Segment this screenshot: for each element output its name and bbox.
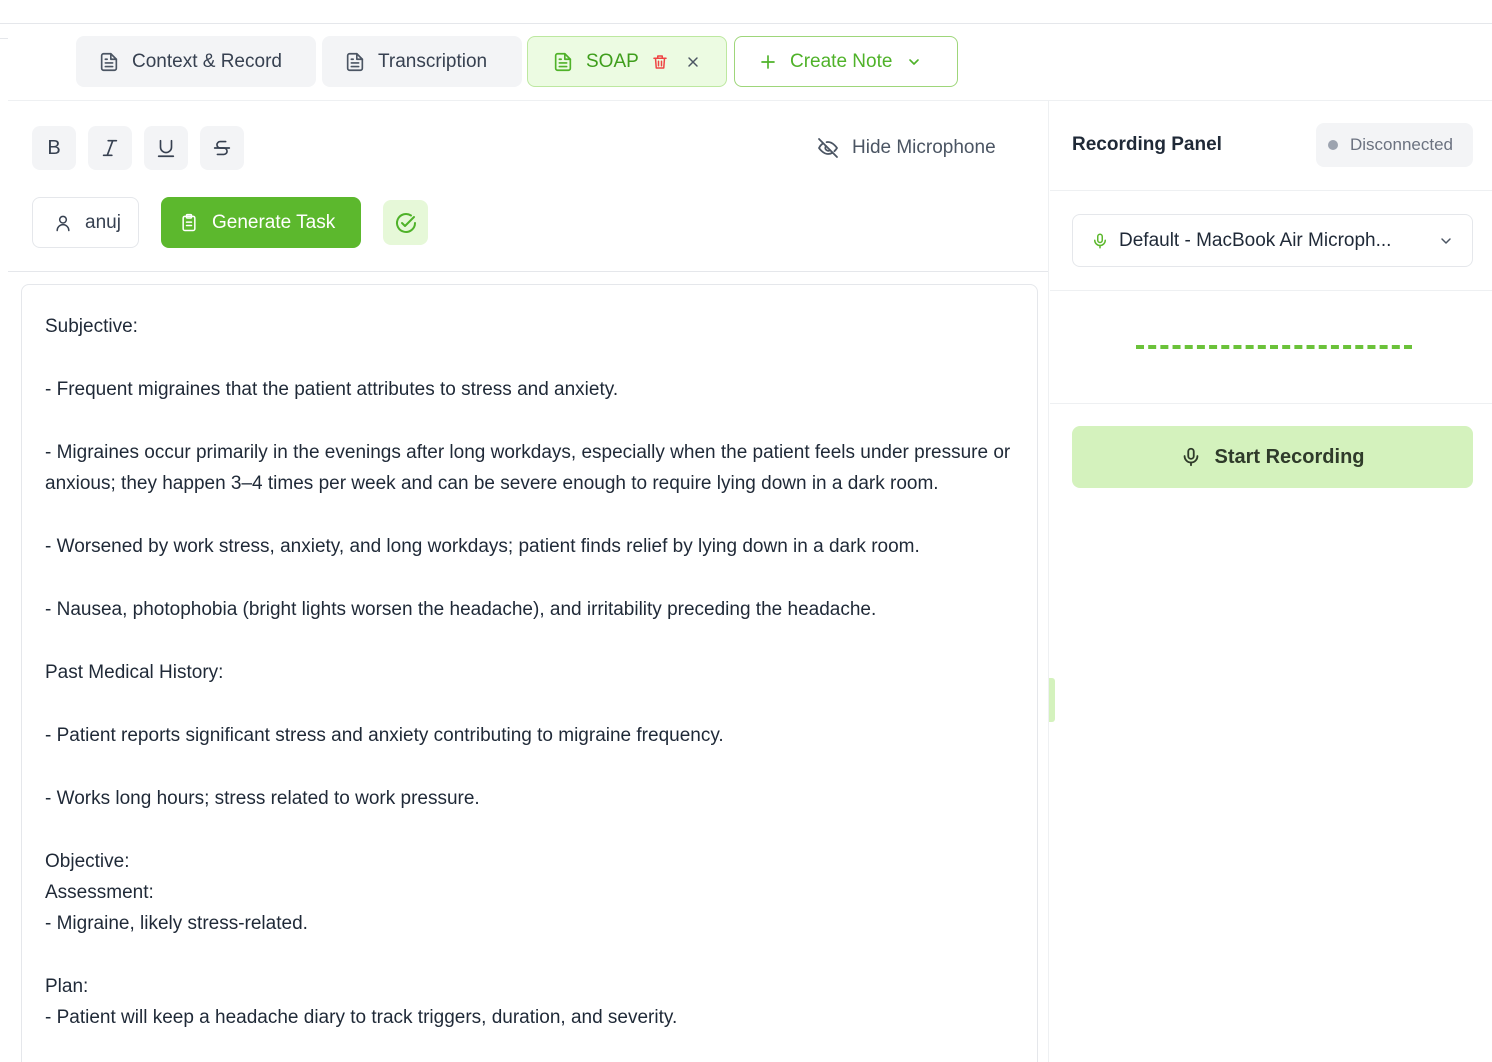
editor-pane: B Hide Microphone anuj Generate Task Sub… xyxy=(8,101,1049,1062)
divider xyxy=(0,38,8,39)
underline-icon xyxy=(155,137,177,159)
document-icon xyxy=(552,51,574,73)
document-icon xyxy=(344,51,366,73)
bold-label: B xyxy=(47,136,61,159)
editor-toolbar: B Hide Microphone anuj Generate Task xyxy=(8,101,1048,272)
hide-microphone-button[interactable]: Hide Microphone xyxy=(816,131,996,165)
status-dot-icon xyxy=(1328,140,1338,150)
recording-panel-title: Recording Panel xyxy=(1072,134,1222,155)
assignee-label: anuj xyxy=(85,211,121,233)
approve-button[interactable] xyxy=(383,200,428,245)
connection-status-badge: Disconnected xyxy=(1316,123,1473,167)
tab-label: Transcription xyxy=(378,50,488,72)
note-line: - Frequent migraines that the patient at… xyxy=(45,379,619,400)
chevron-down-icon xyxy=(906,54,922,70)
note-line: - Migraines occur primarily in the eveni… xyxy=(45,442,1011,494)
check-circle-icon xyxy=(394,211,418,235)
close-icon[interactable] xyxy=(685,54,701,70)
tab-label: Context & Record xyxy=(132,50,282,72)
audio-waveform xyxy=(1136,345,1412,349)
audio-level-section xyxy=(1050,292,1492,404)
status-label: Disconnected xyxy=(1350,135,1454,154)
strikethrough-button[interactable] xyxy=(200,126,244,170)
create-note-button[interactable]: Create Note xyxy=(734,36,958,87)
microphone-icon xyxy=(1180,446,1202,468)
note-line: - Nausea, photophobia (bright lights wor… xyxy=(45,599,877,620)
trash-icon[interactable] xyxy=(651,53,669,71)
recording-panel: Recording Panel Disconnected Default - M… xyxy=(1050,101,1492,1062)
note-line: - Patient will keep a headache diary to … xyxy=(45,1007,678,1028)
clipboard-icon xyxy=(179,213,199,233)
note-heading: Plan: xyxy=(45,976,89,997)
assignee-button[interactable]: anuj xyxy=(32,197,139,248)
underline-button[interactable] xyxy=(144,126,188,170)
start-recording-label: Start Recording xyxy=(1214,445,1365,468)
recording-panel-header: Recording Panel Disconnected xyxy=(1050,101,1492,191)
note-heading: Subjective: xyxy=(45,316,138,337)
chevron-down-icon xyxy=(1438,233,1454,249)
bold-button[interactable]: B xyxy=(32,126,76,170)
tab-context-record[interactable]: Context & Record xyxy=(76,36,316,87)
note-line: - Worsened by work stress, anxiety, and … xyxy=(45,536,920,557)
generate-task-button[interactable]: Generate Task xyxy=(161,197,361,248)
strikethrough-icon xyxy=(211,137,233,159)
tab-transcription[interactable]: Transcription xyxy=(322,36,522,87)
hide-microphone-label: Hide Microphone xyxy=(852,137,996,158)
document-icon xyxy=(98,51,120,73)
tab-label: SOAP xyxy=(586,50,639,72)
note-line: - Works long hours; stress related to wo… xyxy=(45,788,480,809)
microphone-icon xyxy=(1091,232,1109,250)
eye-off-icon xyxy=(816,136,840,160)
microphone-select-section: Default - MacBook Air Microph... xyxy=(1050,191,1492,291)
microphone-select-value: Default - MacBook Air Microph... xyxy=(1119,229,1392,251)
user-icon xyxy=(53,213,73,233)
italic-button[interactable] xyxy=(88,126,132,170)
generate-task-label: Generate Task xyxy=(212,211,336,233)
note-line: - Patient reports significant stress and… xyxy=(45,725,724,746)
note-heading: Objective: xyxy=(45,851,130,872)
note-line: - Migraine, likely stress-related. xyxy=(45,913,308,934)
note-heading: Past Medical History: xyxy=(45,662,224,683)
plus-icon xyxy=(759,53,777,71)
top-bar xyxy=(0,0,1492,24)
soap-note-editor[interactable]: Subjective: - Frequent migraines that th… xyxy=(21,284,1038,1062)
create-note-label: Create Note xyxy=(790,50,893,72)
note-tabs-bar: Context & Record Transcription SOAP Crea… xyxy=(8,24,1492,101)
italic-icon xyxy=(99,137,121,159)
tab-soap[interactable]: SOAP xyxy=(527,36,727,87)
start-recording-button[interactable]: Start Recording xyxy=(1072,426,1473,488)
microphone-select[interactable]: Default - MacBook Air Microph... xyxy=(1072,214,1473,267)
note-heading: Assessment: xyxy=(45,882,154,903)
